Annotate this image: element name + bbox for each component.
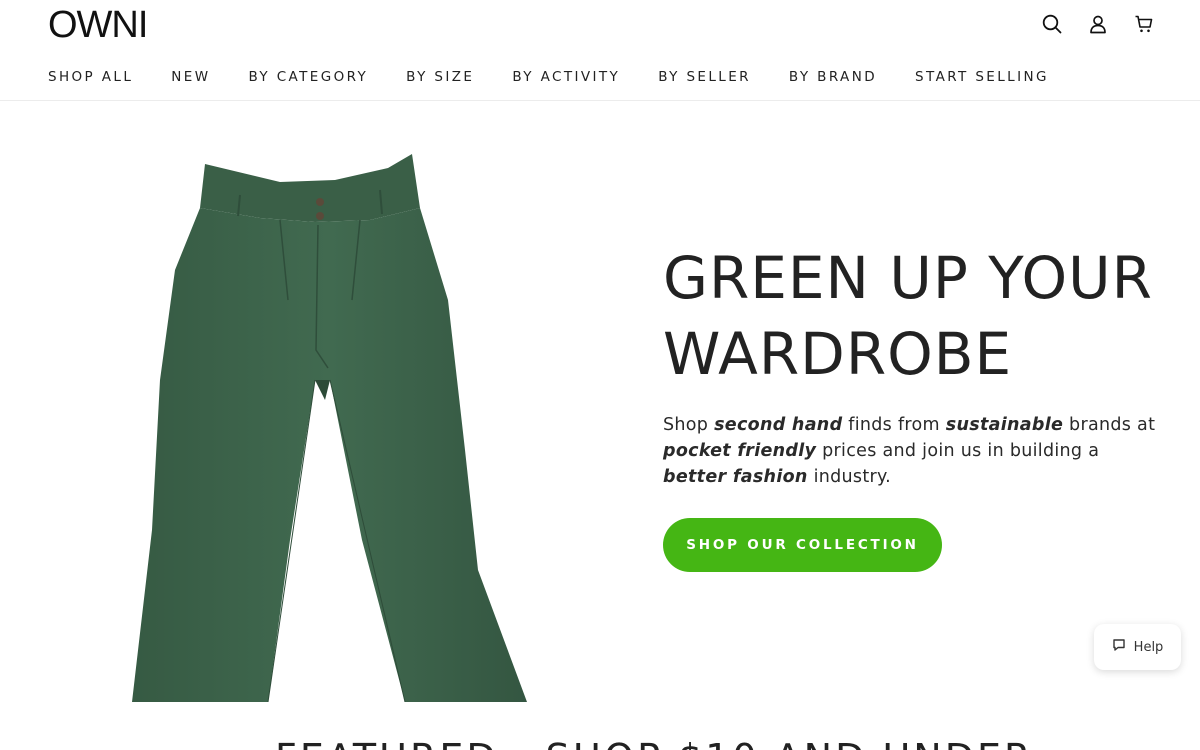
header-actions: [1040, 12, 1156, 36]
nav-shop-all[interactable]: SHOP ALL: [48, 69, 133, 85]
desc-emphasis-3: pocket friendly: [663, 441, 817, 461]
cart-icon[interactable]: [1132, 12, 1156, 36]
hero-image-trousers[interactable]: [130, 150, 540, 703]
nav-new[interactable]: NEW: [171, 69, 210, 85]
chat-icon: [1112, 638, 1126, 656]
desc-emphasis-1: second hand: [714, 415, 843, 435]
header-divider: [0, 100, 1200, 101]
main-nav: SHOP ALL NEW BY CATEGORY BY SIZE BY ACTI…: [48, 69, 1087, 85]
account-icon[interactable]: [1086, 12, 1110, 36]
desc-text-4: prices and join us in building a: [816, 441, 1100, 461]
nav-by-size[interactable]: BY SIZE: [406, 69, 474, 85]
featured-heading: FEATURED - SHOP $10 AND UNDER: [275, 736, 1033, 750]
desc-emphasis-2: sustainable: [945, 415, 1064, 435]
nav-by-category[interactable]: BY CATEGORY: [248, 69, 368, 85]
help-label: Help: [1133, 639, 1164, 655]
hero-title-line-1: GREEN UP YOUR: [663, 244, 1153, 312]
hero-title-line-2: WARDROBE: [663, 320, 1013, 388]
nav-by-activity[interactable]: BY ACTIVITY: [512, 69, 620, 85]
hero-description: Shop second hand finds from sustainable …: [663, 412, 1163, 490]
desc-text-5: industry.: [807, 467, 892, 487]
desc-text-3: brands at: [1063, 415, 1156, 435]
help-button[interactable]: Help: [1094, 624, 1181, 670]
nav-start-selling[interactable]: START SELLING: [915, 69, 1049, 85]
desc-emphasis-4: better fashion: [663, 467, 808, 487]
desc-text-1: Shop: [663, 415, 715, 435]
nav-by-seller[interactable]: BY SELLER: [658, 69, 751, 85]
hero-title: GREEN UP YOUR WARDROBE: [663, 240, 1163, 392]
site-logo[interactable]: OWNI: [48, 4, 148, 47]
shop-collection-button[interactable]: SHOP OUR COLLECTION: [663, 518, 942, 572]
nav-by-brand[interactable]: BY BRAND: [789, 69, 877, 85]
search-icon[interactable]: [1040, 12, 1064, 36]
desc-text-2: finds from: [842, 415, 946, 435]
hero-content: GREEN UP YOUR WARDROBE Shop second hand …: [663, 240, 1163, 572]
